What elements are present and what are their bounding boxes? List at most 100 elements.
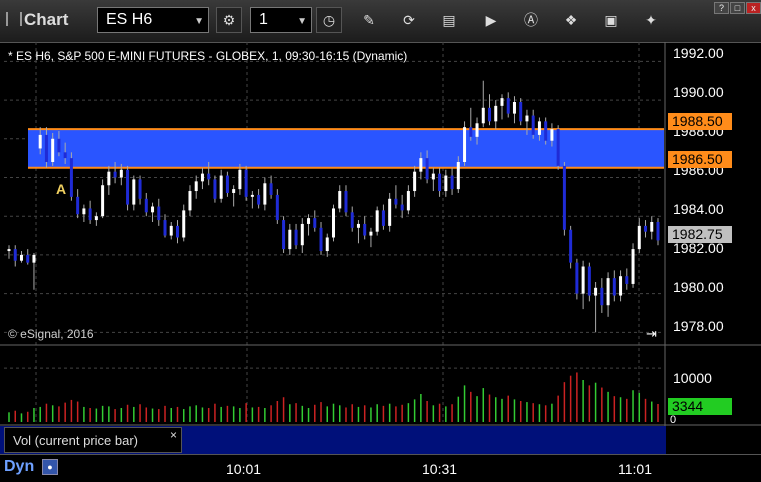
- help-button[interactable]: ?: [714, 2, 729, 14]
- zone-top-price-tag: 1988.50: [668, 113, 732, 130]
- symbol-value: ES H6: [106, 11, 153, 28]
- candle-body: [250, 194, 254, 197]
- candle-body: [263, 183, 267, 205]
- candle-body: [656, 222, 660, 241]
- candle-body: [344, 191, 348, 213]
- candle-body: [32, 254, 36, 263]
- candle-body: [288, 229, 292, 250]
- candle-body: [356, 223, 360, 228]
- last-volume-tag: 3344: [668, 398, 732, 415]
- candle-body: [163, 220, 167, 236]
- candle-body: [381, 210, 385, 226]
- candle-body: [388, 198, 392, 226]
- candle-body: [300, 223, 304, 246]
- pencil-icon[interactable]: ✎: [358, 10, 380, 30]
- candle-body: [469, 127, 473, 137]
- candle-body: [581, 266, 585, 294]
- candle-body: [456, 162, 460, 190]
- candle-body: [525, 115, 529, 122]
- interval-value: 1: [259, 11, 268, 28]
- candle-body: [375, 210, 379, 232]
- candle-body: [494, 105, 498, 122]
- candle-body: [76, 196, 80, 215]
- candle-body: [44, 134, 48, 162]
- candle-body: [488, 107, 492, 122]
- candle-body: [188, 191, 192, 211]
- restore-button[interactable]: □: [730, 2, 745, 14]
- candle-body: [587, 266, 591, 296]
- candle-body: [244, 169, 248, 197]
- camera-icon[interactable]: ▣: [600, 10, 622, 30]
- price-chart[interactable]: [0, 42, 761, 454]
- close-button[interactable]: x: [746, 2, 761, 14]
- candle-body: [225, 175, 229, 193]
- axis-lines: [0, 42, 761, 454]
- price-tick: 1992.00: [673, 45, 724, 61]
- candle-body: [26, 254, 30, 263]
- candle-body: [475, 123, 479, 137]
- candle-body: [319, 227, 323, 252]
- candle-body: [444, 175, 448, 192]
- price-tick: 1990.00: [673, 84, 724, 100]
- candle-body: [350, 212, 354, 228]
- candle-body: [157, 206, 161, 221]
- candle-body: [419, 158, 423, 172]
- lock-icon[interactable]: ●: [42, 459, 58, 475]
- twitter-icon[interactable]: ✦: [640, 10, 662, 30]
- candle-body: [619, 276, 623, 296]
- candle-body: [182, 210, 186, 238]
- candle-body: [594, 287, 598, 296]
- play-icon[interactable]: ▶: [480, 10, 502, 30]
- candle-body: [238, 169, 242, 190]
- interval-input[interactable]: 1 ▼: [250, 7, 312, 33]
- candle-body: [400, 204, 404, 211]
- candle-body: [119, 169, 123, 178]
- candle-body: [338, 191, 342, 209]
- candle-body: [19, 254, 23, 261]
- price-zone: [28, 128, 664, 169]
- candle-body: [438, 173, 442, 192]
- candle-body: [307, 218, 311, 224]
- time-tick: 10:01: [226, 461, 262, 477]
- study-tab-volume[interactable]: Vol (current price bar): [4, 427, 182, 453]
- close-icon[interactable]: ×: [170, 428, 177, 442]
- candle-body: [132, 179, 136, 205]
- candle-body: [363, 223, 367, 236]
- dynamic-label[interactable]: Dyn: [4, 458, 34, 476]
- clock-icon[interactable]: ◷: [316, 7, 342, 33]
- candle-body: [219, 175, 223, 199]
- volume-tick: 10000: [673, 370, 712, 386]
- alert-icon[interactable]: Ⓐ: [520, 10, 542, 30]
- edit-icon[interactable]: ▤: [438, 10, 460, 30]
- candle-body: [269, 183, 273, 195]
- candle-body: [512, 102, 516, 114]
- candle-body: [450, 175, 454, 190]
- candle-body: [531, 115, 535, 135]
- chevron-down-icon[interactable]: ▼: [297, 16, 307, 27]
- candle-body: [519, 102, 523, 122]
- candle-body: [575, 262, 579, 294]
- candle-body: [325, 237, 329, 252]
- candle-body: [425, 158, 429, 180]
- candle-body: [200, 173, 204, 182]
- candle-body: [13, 249, 17, 261]
- candle-body: [406, 191, 410, 211]
- candle-body: [63, 152, 67, 159]
- candle-body: [126, 169, 130, 205]
- candle-body: [332, 208, 335, 238]
- zone-bottom-price-tag: 1986.50: [668, 151, 732, 168]
- symbol-input[interactable]: ES H6 ▼: [97, 7, 209, 33]
- candle-body: [107, 171, 111, 186]
- candle-body: [431, 173, 435, 180]
- refresh-icon[interactable]: ⟳: [398, 10, 420, 30]
- link-icon[interactable]: ❖: [560, 10, 582, 30]
- marker-letter-a: A: [56, 181, 67, 197]
- copyright-label: © eSignal, 2016: [8, 327, 94, 341]
- scroll-to-end-icon[interactable]: ⇥: [646, 326, 657, 342]
- chevron-down-icon[interactable]: ▼: [194, 16, 204, 27]
- candle-body: [506, 98, 510, 114]
- symbol-settings-gear-icon[interactable]: ⚙: [216, 7, 242, 33]
- candle-body: [88, 208, 92, 221]
- candle-body: [69, 158, 73, 197]
- candle-body: [207, 173, 211, 180]
